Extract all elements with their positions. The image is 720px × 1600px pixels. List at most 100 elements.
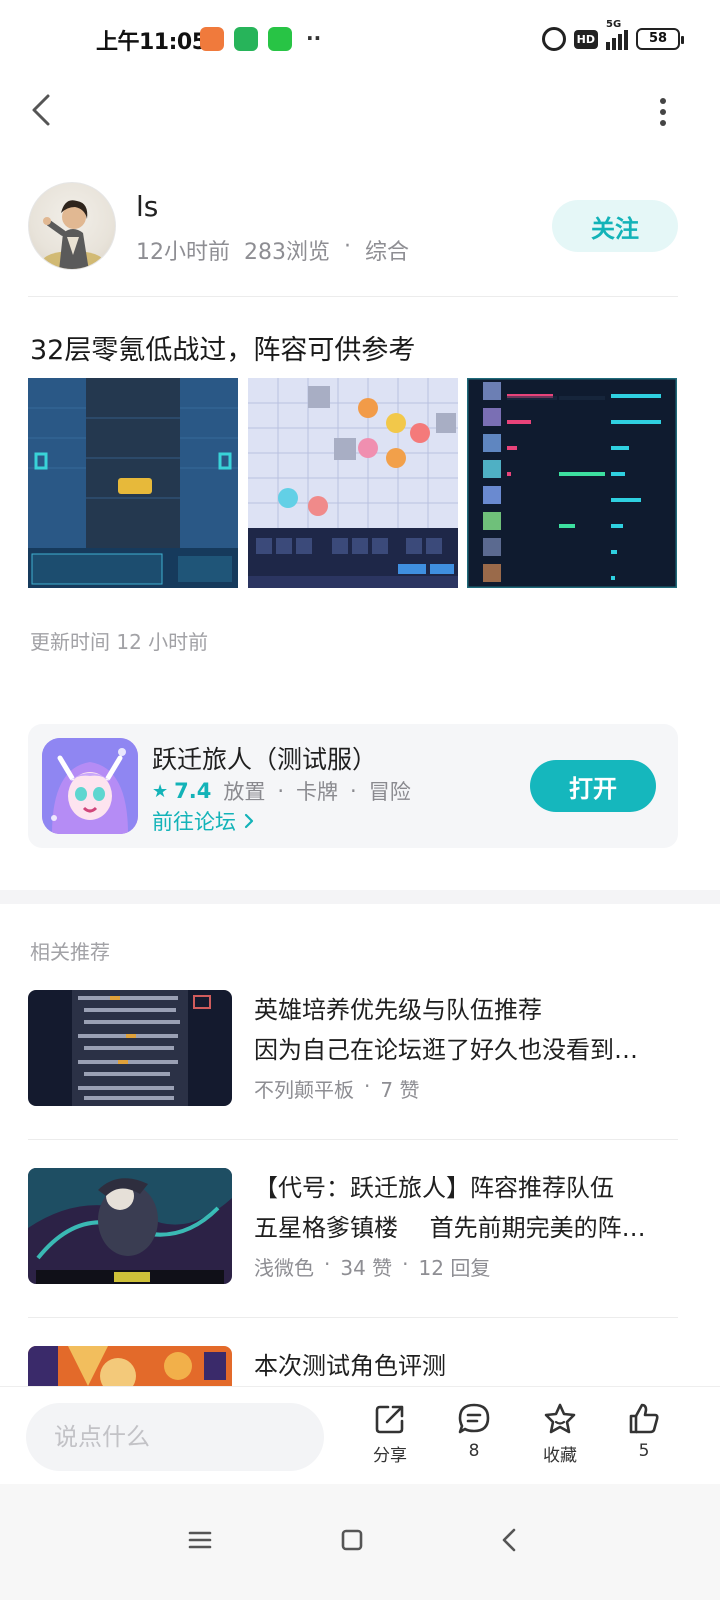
meta-separator: · <box>364 1074 371 1098</box>
status-bar: 上午11:05 ·· HD 5G 58 <box>0 0 720 80</box>
view-count: 283浏览 <box>244 240 330 265</box>
avatar-illustration <box>43 200 103 269</box>
list-item-thumbnail <box>28 1346 232 1386</box>
tag-separator: · <box>277 779 285 803</box>
bottom-action-bar: 分享 8 收藏 5 <box>0 1386 720 1484</box>
meta-separator: · <box>402 1252 409 1276</box>
hd-icon: HD <box>573 29 598 49</box>
comment-count: 8 <box>468 1441 480 1461</box>
back-button[interactable] <box>26 88 66 132</box>
like-count: 5 <box>638 1441 650 1461</box>
thumbnail-image <box>28 1346 232 1386</box>
game-map-screenshot <box>28 378 238 588</box>
list-item-replies: 12 回复 <box>418 1256 491 1280</box>
notification-app-icon <box>200 27 224 51</box>
game-tag: 放置 <box>223 780 266 804</box>
author-avatar[interactable] <box>28 182 116 270</box>
system-back-button[interactable] <box>490 1520 530 1560</box>
divider <box>28 296 678 297</box>
list-item-meta: 浅微色 · 34 赞 · 12 回复 <box>254 1252 490 1281</box>
list-item-author: 不列颠平板 <box>254 1078 354 1102</box>
network-type: 5G <box>606 19 622 30</box>
notification-wechat-icon <box>268 27 292 51</box>
more-options-button[interactable] <box>650 94 676 130</box>
thumbnail-image <box>28 990 232 1106</box>
battery-icon: 58 <box>636 28 684 50</box>
more-dot-icon <box>660 120 666 126</box>
list-item-title: 【代号：跃迁旅人】阵容推荐队伍 <box>254 1174 614 1202</box>
author-meta: 12小时前 283浏览 · 综合 <box>136 234 409 266</box>
chevron-right-icon <box>244 813 254 829</box>
like-button[interactable]: 5 <box>614 1401 674 1461</box>
game-rating: 7.4 <box>174 779 212 803</box>
list-item[interactable]: 本次测试角色评测 <box>28 1346 678 1386</box>
status-time: 上午11:05 <box>96 30 207 55</box>
alarm-icon <box>541 27 566 51</box>
post-category[interactable]: 综合 <box>365 234 409 266</box>
comment-input[interactable] <box>26 1403 324 1471</box>
game-tag: 冒险 <box>368 780 411 804</box>
list-item-title: 英雄培养优先级与队伍推荐 <box>254 996 542 1024</box>
home-square-icon <box>341 1529 363 1551</box>
author-name[interactable]: ls <box>136 190 158 223</box>
post-time: 12小时前 <box>136 240 230 265</box>
game-name: 跃迁旅人（测试服） <box>152 745 378 774</box>
game-character-art <box>42 738 138 834</box>
comment-button[interactable]: 8 <box>444 1401 504 1461</box>
game-tag: 卡牌 <box>296 780 339 804</box>
more-dot-icon <box>660 109 666 115</box>
more-dot-icon <box>660 98 666 104</box>
notification-more-icon: ·· <box>306 26 322 50</box>
game-card[interactable]: 跃迁旅人（测试服） ★ 7.4 放置 · 卡牌 · 冒险 前往论坛 打开 <box>28 724 678 848</box>
meta-separator: · <box>344 234 351 259</box>
forum-link-label: 前往论坛 <box>152 810 236 834</box>
list-item[interactable]: 【代号：跃迁旅人】阵容推荐队伍 五星格爹镇楼 首先前期完美的阵… 浅微色 · 3… <box>28 1168 678 1318</box>
list-item-summary: 五星格爹镇楼 首先前期完美的阵… <box>254 1214 646 1242</box>
notification-shield-icon <box>234 27 258 51</box>
favorite-label: 收藏 <box>543 1446 577 1466</box>
tag-separator: · <box>350 779 357 803</box>
list-item-meta: 不列颠平板 · 7 赞 <box>254 1074 419 1103</box>
game-lineup-screenshot <box>248 378 458 588</box>
thumbnail-image <box>28 1168 232 1284</box>
favorite-button[interactable]: 收藏 <box>530 1401 590 1466</box>
divider <box>28 1317 678 1318</box>
share-label: 分享 <box>373 1446 407 1466</box>
list-item[interactable]: 英雄培养优先级与队伍推荐 因为自己在论坛逛了好久也没看到… 不列颠平板 · 7 … <box>28 990 678 1140</box>
game-app-icon <box>42 738 138 834</box>
divider <box>28 1139 678 1140</box>
share-icon <box>375 1405 404 1434</box>
list-item-thumbnail <box>28 1168 232 1284</box>
home-button[interactable] <box>332 1520 372 1560</box>
chevron-left-icon <box>32 94 50 126</box>
list-item-summary: 因为自己在论坛逛了好久也没看到… <box>254 1036 638 1064</box>
star-outline-icon <box>544 1403 576 1434</box>
menu-button[interactable] <box>180 1520 220 1560</box>
thumbs-up-icon <box>629 1403 659 1434</box>
game-stats-screenshot <box>467 378 677 588</box>
back-arrow-icon <box>502 1528 516 1552</box>
menu-icon <box>188 1531 212 1549</box>
follow-button[interactable]: 关注 <box>552 200 678 252</box>
post-title: 32层零氪低战过，阵容可供参考 <box>30 335 416 366</box>
system-navigation-bar <box>0 1484 720 1600</box>
list-item-author: 浅微色 <box>254 1256 314 1280</box>
related-header: 相关推荐 <box>30 940 110 964</box>
open-game-button[interactable]: 打开 <box>530 760 656 812</box>
go-to-forum-link[interactable]: 前往论坛 <box>152 806 256 836</box>
list-item-likes: 34 赞 <box>340 1256 393 1280</box>
post-image-2[interactable] <box>248 378 458 588</box>
star-icon: ★ <box>152 780 169 802</box>
post-image-3[interactable] <box>467 378 677 588</box>
share-button[interactable]: 分享 <box>360 1401 420 1466</box>
section-divider <box>0 890 720 904</box>
list-item-title: 本次测试角色评测 <box>254 1352 446 1380</box>
comment-icon <box>458 1403 490 1434</box>
meta-separator: · <box>324 1252 331 1276</box>
list-item-likes: 7 赞 <box>380 1078 420 1102</box>
game-info: ★ 7.4 放置 · 卡牌 · 冒险 <box>152 776 411 806</box>
list-item-thumbnail <box>28 990 232 1106</box>
update-time: 更新时间 12 小时前 <box>30 630 209 654</box>
post-image-1[interactable] <box>28 378 238 588</box>
signal-icon: 5G <box>606 19 628 50</box>
